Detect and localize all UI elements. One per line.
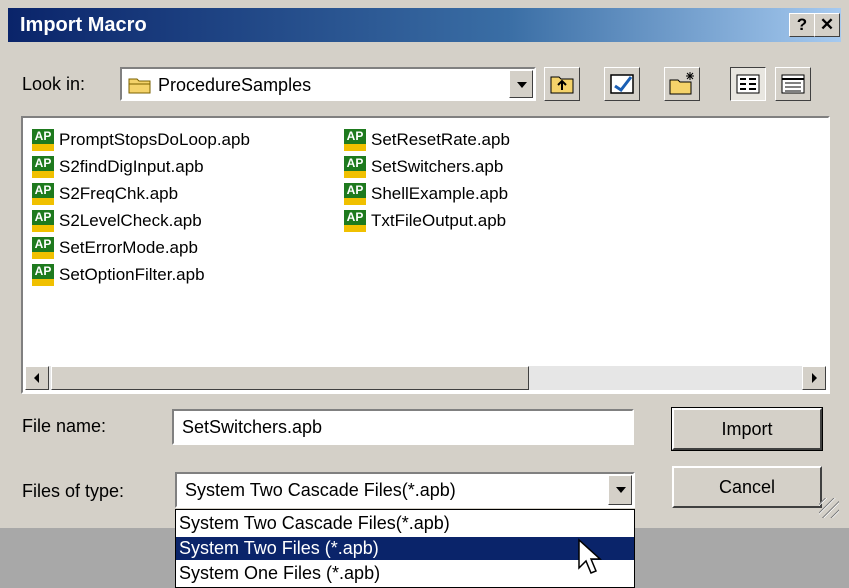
file-name: S2FreqChk.apb [59, 184, 179, 203]
file-name: S2LevelCheck.apb [59, 211, 202, 230]
help-button[interactable]: ? [789, 13, 815, 37]
filename-input[interactable]: SetSwitchers.apb [172, 409, 634, 445]
list-item[interactable]: AP S2FreqChk.apb [31, 182, 178, 206]
import-button[interactable]: Import [671, 407, 823, 451]
list-item[interactable]: AP SetErrorMode.apb [31, 236, 198, 260]
list-item[interactable]: AP S2findDigInput.apb [31, 155, 204, 179]
file-name: SetOptionFilter.apb [59, 265, 205, 284]
lookin-value: ProcedureSamples [158, 75, 312, 95]
file-name: PromptStopsDoLoop.apb [59, 130, 250, 149]
horizontal-scrollbar[interactable] [25, 366, 826, 390]
import-macro-dialog: Import Macro ? ✕ Look in: ProcedureSampl… [0, 0, 849, 588]
filetype-dropdown-list[interactable]: System Two Cascade Files(*.apb) System T… [175, 509, 635, 588]
filetype-value: System Two Cascade Files(*.apb) [185, 480, 456, 500]
scroll-left-button[interactable] [25, 366, 49, 390]
filetype-option[interactable]: System Two Cascade Files(*.apb) [176, 512, 634, 535]
apb-file-icon: AP [343, 182, 367, 206]
apb-file-icon: AP [343, 128, 367, 152]
title-bar[interactable]: Import Macro ? ✕ [8, 8, 841, 42]
filetype-dropdown-button[interactable] [608, 475, 632, 505]
cancel-button[interactable]: Cancel [672, 466, 822, 508]
list-item[interactable]: AP SetSwitchers.apb [343, 155, 503, 179]
resize-grip[interactable] [819, 498, 839, 518]
filename-label: File name: [22, 416, 107, 436]
list-view-icon [736, 74, 760, 94]
filetype-combo[interactable]: System Two Cascade Files(*.apb) [175, 472, 635, 508]
filetype-label: Files of type: [22, 481, 125, 501]
list-view-button[interactable] [730, 67, 766, 101]
apb-file-icon: AP [31, 155, 55, 179]
apb-file-icon: AP [31, 128, 55, 152]
folder-icon [128, 78, 151, 94]
list-item[interactable]: AP SetOptionFilter.apb [31, 263, 205, 287]
scroll-thumb[interactable] [51, 366, 529, 390]
details-view-icon [781, 74, 805, 94]
filetype-option-selected[interactable]: System Two Files (*.apb) [176, 537, 634, 560]
file-list[interactable]: AP PromptStopsDoLoop.apb AP S2findDigInp… [21, 116, 830, 394]
list-item[interactable]: AP ShellExample.apb [343, 182, 508, 206]
window-title: Import Macro [20, 14, 147, 36]
new-folder-button[interactable] [664, 67, 700, 101]
lookin-label: Look in: [22, 74, 86, 94]
list-item[interactable]: AP S2LevelCheck.apb [31, 209, 202, 233]
file-name: SetSwitchers.apb [371, 157, 504, 176]
apb-file-icon: AP [31, 236, 55, 260]
apb-file-icon: AP [31, 263, 55, 287]
filetype-option[interactable]: System One Files (*.apb) [176, 562, 634, 585]
file-name: S2findDigInput.apb [59, 157, 204, 176]
file-name: TxtFileOutput.apb [371, 211, 507, 230]
arrow-left-icon [34, 373, 39, 383]
lookin-combo[interactable]: ProcedureSamples [120, 67, 536, 101]
details-view-button[interactable] [775, 67, 811, 101]
lookin-dropdown-button[interactable] [509, 70, 533, 98]
close-button[interactable]: ✕ [814, 13, 840, 37]
desktop-button[interactable] [604, 67, 640, 101]
list-item[interactable]: AP PromptStopsDoLoop.apb [31, 128, 250, 152]
apb-file-icon: AP [31, 209, 55, 233]
apb-file-icon: AP [31, 182, 55, 206]
up-folder-icon [550, 76, 574, 94]
apb-file-icon: AP [343, 209, 367, 233]
list-item[interactable]: AP TxtFileOutput.apb [343, 209, 506, 233]
file-name: SetResetRate.apb [371, 130, 510, 149]
scroll-right-button[interactable] [802, 366, 826, 390]
arrow-right-icon [812, 373, 817, 383]
list-item[interactable]: AP SetResetRate.apb [343, 128, 510, 152]
mouse-cursor-icon [578, 538, 602, 574]
new-folder-icon [669, 72, 694, 95]
desktop-icon [610, 74, 634, 94]
apb-file-icon: AP [343, 155, 367, 179]
up-one-level-button[interactable] [544, 67, 580, 101]
file-name: ShellExample.apb [371, 184, 509, 203]
file-name: SetErrorMode.apb [59, 238, 198, 257]
